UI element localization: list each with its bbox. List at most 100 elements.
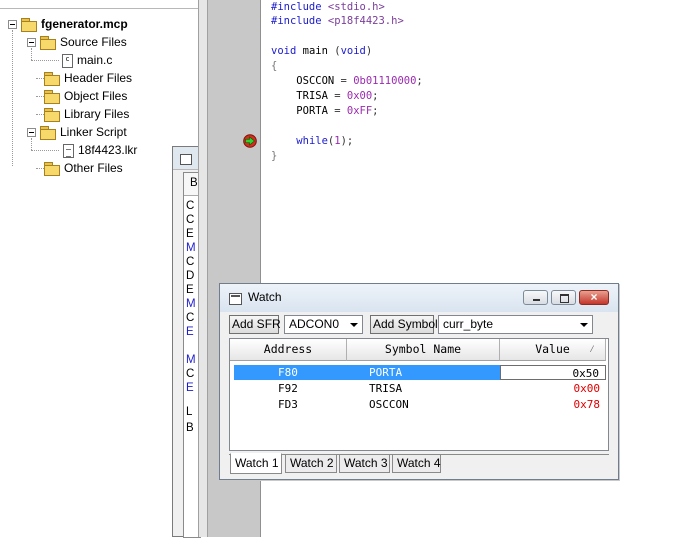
close-icon: × <box>590 290 598 304</box>
cell-symbol: PORTA <box>346 365 500 380</box>
clipped-text: C <box>186 256 195 268</box>
clipped-text: L <box>186 406 193 418</box>
tree-node-project[interactable]: fgenerator.mcp <box>8 16 128 33</box>
column-header-symbol-name[interactable]: Symbol Name <box>347 339 500 361</box>
cell-address: F92 <box>278 382 298 395</box>
code-line-1: #include <stdio.h> <box>271 0 385 15</box>
code-line-7: TRISA = 0x00; <box>271 89 378 104</box>
project-name-label: fgenerator.mcp <box>41 17 128 31</box>
minimize-button[interactable] <box>523 290 548 305</box>
panel-splitter[interactable] <box>198 0 208 537</box>
clipped-text: M <box>186 298 196 310</box>
clipped-text: B <box>186 422 194 434</box>
tree-guide-line <box>31 60 59 61</box>
cell-value[interactable]: 0x50 <box>500 365 606 380</box>
window-icon <box>180 154 192 165</box>
sfr-select[interactable]: ADCON0 <box>284 315 363 334</box>
cell-value[interactable]: 0x00 <box>500 381 606 396</box>
tree-guide-line <box>31 150 59 151</box>
close-button[interactable]: × <box>579 290 609 305</box>
clipped-text: C <box>186 312 195 324</box>
tree-node-lkr-file[interactable]: 18f4423.lkr <box>63 142 137 159</box>
folder-icon <box>44 162 60 176</box>
background-window-titlebar[interactable] <box>173 147 199 170</box>
clipped-text: E <box>186 228 194 240</box>
tree-folder-label: Source Files <box>60 35 127 49</box>
clipped-text: C <box>186 368 195 380</box>
tree-top-border <box>0 0 198 9</box>
keyword: void <box>340 45 366 57</box>
folder-icon <box>44 90 60 104</box>
clipped-text: E <box>186 326 194 338</box>
tree-node-header-files[interactable]: Header Files <box>44 70 132 87</box>
tree-node-other-files[interactable]: Other Files <box>44 160 123 177</box>
operator: = <box>327 105 347 117</box>
linker-file-icon <box>63 143 74 158</box>
add-sfr-button[interactable]: Add SFR <box>229 315 281 334</box>
tree-file-label: 18f4423.lkr <box>78 143 138 157</box>
tree-guide-line <box>36 78 44 79</box>
tree-node-linker-script[interactable]: Linker Script <box>27 124 127 141</box>
tab-watch-4[interactable]: Watch 4 <box>392 455 441 473</box>
keyword: void <box>271 45 297 57</box>
chevron-down-icon[interactable] <box>350 323 358 327</box>
tree-node-library-files[interactable]: Library Files <box>44 106 129 123</box>
operator: = <box>327 90 347 102</box>
clipped-text: D <box>186 270 195 282</box>
punctuation: ); <box>340 135 354 147</box>
code-line-11: } <box>271 150 278 162</box>
clipped-text: B <box>190 177 198 189</box>
include-header: <stdio.h> <box>327 1 385 13</box>
program-counter-arrow-icon <box>243 134 257 148</box>
watch-window[interactable]: Watch × Add SFR ADCON0 Add Symbol curr_b… <box>219 283 619 480</box>
chevron-down-icon[interactable] <box>580 323 588 327</box>
register-name: TRISA <box>296 90 328 102</box>
tree-node-main-c[interactable]: c main.c <box>62 52 112 69</box>
tab-watch-2[interactable]: Watch 2 <box>285 455 337 473</box>
keyword: while <box>296 135 328 147</box>
folder-icon <box>44 72 60 86</box>
symbol-select[interactable]: curr_byte <box>438 315 593 334</box>
clipped-text: C <box>186 200 195 212</box>
clipped-text: C <box>186 214 195 226</box>
operator: = <box>334 75 354 87</box>
tab-watch-1[interactable]: Watch 1 <box>230 453 282 474</box>
number-literal: 0xFF <box>346 105 373 117</box>
add-symbol-button[interactable]: Add Symbol <box>370 315 438 334</box>
tree-file-label: main.c <box>77 53 113 67</box>
number-literal: 0x00 <box>346 90 373 102</box>
minus-expander-icon[interactable] <box>27 38 36 47</box>
table-row[interactable]: F92 TRISA 0x00 <box>234 381 606 397</box>
code-line-5: { <box>271 60 278 72</box>
cell-address: FD3 <box>278 398 298 411</box>
column-header-value[interactable]: Value <box>500 339 606 361</box>
minus-expander-icon[interactable] <box>27 128 36 137</box>
window-icon <box>229 293 242 305</box>
watch-grid[interactable]: Address Symbol Name Value F80 PORTA 0x50… <box>229 338 609 451</box>
maximize-button[interactable] <box>551 290 576 305</box>
watch-title: Watch <box>248 290 282 304</box>
symbol-select-value: curr_byte <box>443 317 494 331</box>
table-row[interactable]: FD3 OSCCON 0x78 <box>234 397 606 413</box>
folder-icon <box>44 108 60 122</box>
code-line-4: void main (void) <box>271 44 372 59</box>
tree-folder-label: Other Files <box>64 161 123 175</box>
c-file-icon: c <box>62 53 73 68</box>
watch-titlebar[interactable]: Watch × <box>220 284 618 312</box>
tree-node-object-files[interactable]: Object Files <box>44 88 127 105</box>
cell-value[interactable]: 0x78 <box>500 397 606 412</box>
code-line-6: OSCCON = 0b01110000; <box>271 74 422 89</box>
tree-node-source-files[interactable]: Source Files <box>27 34 127 51</box>
tree-folder-label: Header Files <box>64 71 133 85</box>
include-header: <p18f4423.h> <box>327 15 404 27</box>
clipped-text: E <box>186 284 194 296</box>
project-tree-panel: fgenerator.mcp Source Files c main.c Hea… <box>0 0 198 537</box>
code-line-10: while(1); <box>271 134 353 149</box>
background-output-window[interactable]: B C C E M C D E M C E M C E L B <box>172 146 201 538</box>
table-row[interactable]: F80 PORTA 0x50 <box>234 365 606 381</box>
column-header-address[interactable]: Address <box>230 339 347 361</box>
tab-watch-3[interactable]: Watch 3 <box>339 455 390 473</box>
clipped-text: M <box>186 354 196 366</box>
minus-expander-icon[interactable] <box>8 20 17 29</box>
number-literal: 0b01110000 <box>353 75 417 87</box>
